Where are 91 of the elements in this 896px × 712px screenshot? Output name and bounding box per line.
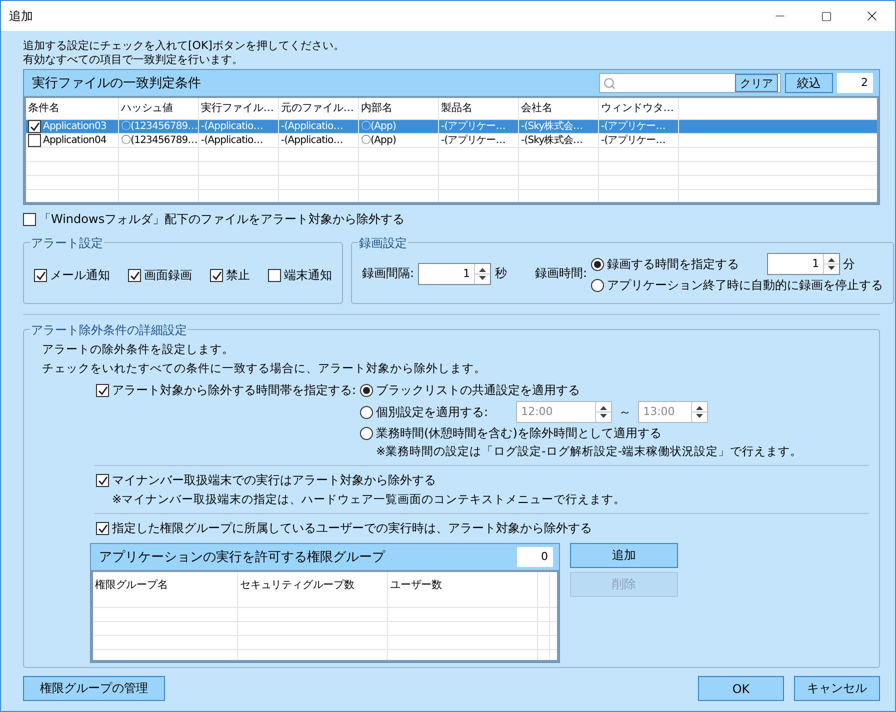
separator-text: ～: [619, 404, 632, 420]
checkbox-label: 禁止: [226, 267, 250, 284]
checkbox[interactable]: [34, 269, 47, 282]
note-text: ※業務時間の設定は「ログ設定-ログ解析設定-端末稼働状況設定」で行えます。: [376, 444, 802, 459]
window-title: 追加: [9, 8, 34, 24]
spin-field[interactable]: 1: [418, 262, 492, 284]
checkbox[interactable]: [128, 269, 141, 282]
radio-label: 録画する時間を指定する: [607, 256, 740, 272]
spin-arrows-icon[interactable]: [474, 264, 490, 284]
radio-label: アプリケーション終了時に自動的に録画を停止する: [607, 277, 884, 294]
count-field: 0: [517, 547, 553, 567]
unit-label: 秒: [495, 265, 508, 282]
column-header[interactable]: ユーザー数: [388, 572, 538, 607]
group-title: アラート設定: [30, 235, 104, 252]
clear-button[interactable]: クリア: [735, 74, 778, 92]
table-cell: 〇(App): [359, 120, 439, 133]
column-header[interactable]: ハッシュ値: [119, 98, 199, 119]
radio-button[interactable]: [360, 384, 374, 397]
table-cell: 〇(123456789…: [119, 120, 199, 133]
radio-label: ブラックリストの共通設定を適用する: [376, 382, 580, 399]
column-header[interactable]: 会社名: [519, 98, 599, 119]
panel-title: 実行ファイルの一致判定条件: [32, 75, 202, 92]
radio-label: 個別設定を適用する:: [376, 404, 488, 420]
add-button[interactable]: 追加: [570, 543, 678, 568]
column-header[interactable]: 権限グループ名: [93, 572, 238, 607]
spin-arrows-icon[interactable]: [691, 402, 708, 422]
table-cell: 〇(App): [359, 134, 439, 147]
checkbox[interactable]: [23, 213, 36, 226]
spin-arrows-icon[interactable]: [595, 402, 612, 422]
column-header[interactable]: 実行ファイル…: [199, 98, 279, 119]
table-cell: -(アプリケー…: [599, 120, 679, 133]
radio-button[interactable]: [360, 406, 374, 418]
table-cell: -(アプリケー…: [599, 134, 679, 147]
filter-button[interactable]: 絞込: [785, 73, 833, 93]
column-header[interactable]: 内部名: [359, 98, 439, 119]
row-checkbox[interactable]: [28, 120, 41, 133]
checkbox[interactable]: [210, 269, 223, 282]
checkbox-label: 「Windowsフォルダ」配下のファイルをアラート対象から除外する: [39, 211, 405, 228]
search-icon: [603, 76, 616, 90]
search-field[interactable]: クリア: [599, 73, 781, 93]
column-header[interactable]: セキュリティグループ数: [238, 572, 388, 607]
table-cell: -(Applicatio…: [199, 120, 279, 133]
table-cell: -(Applicatio…: [199, 134, 279, 147]
manage-groups-button[interactable]: 権限グループの管理: [23, 676, 165, 701]
description-text: チェックをいれたすべての条件に一致する場合に、アラート対象から除外します。: [42, 361, 487, 376]
table-cell: -(Sky株式会…: [519, 120, 599, 133]
group-title: アラート除外条件の詳細設定: [30, 322, 188, 339]
checkbox-label: 指定した権限グループに所属しているユーザーでの実行時は、アラート対象から除外する: [112, 520, 592, 537]
checkbox-label: メール通知: [50, 267, 110, 284]
checkbox-label: 画面録画: [144, 267, 192, 284]
count-field: 2: [837, 73, 873, 93]
field-label: 録画間隔:: [362, 265, 414, 282]
column-header[interactable]: 元のファイル…: [279, 98, 359, 119]
column-header[interactable]: 条件名: [26, 98, 119, 119]
instruction-text: 有効なすべての項目で一致判定を行います。: [23, 53, 244, 67]
radio-label: 業務時間(休憩時間を含む)を除外時間として適用する: [376, 425, 662, 442]
checkbox-label: マイナンバー取扱端末での実行はアラート対象から除外する: [112, 472, 436, 489]
checkbox[interactable]: [268, 269, 281, 282]
table-cell: 〇(123456789…: [119, 134, 199, 147]
unit-label: 分: [843, 256, 856, 272]
ok-button[interactable]: OK: [698, 676, 784, 701]
table-cell: -(Sky株式会…: [519, 134, 599, 147]
cancel-button[interactable]: キャンセル: [794, 676, 880, 701]
checkbox-label: 端末通知: [284, 267, 332, 284]
instruction-text: 追加する設定にチェックを入れて[OK]ボタンを押してください。: [23, 39, 346, 53]
table-cell: -(Applicatio…: [279, 134, 359, 147]
spin-field[interactable]: 1: [767, 253, 840, 275]
checkbox-label: アラート対象から除外する時間帯を指定する:: [112, 382, 356, 399]
table-cell: Application03: [43, 120, 106, 133]
table-cell: -(アプリケー…: [439, 134, 519, 147]
radio-button[interactable]: [360, 427, 374, 440]
description-text: アラートの除外条件を設定します。: [42, 342, 235, 357]
radio-button[interactable]: [591, 258, 604, 270]
checkbox[interactable]: [96, 384, 109, 397]
checkbox[interactable]: [96, 474, 109, 487]
table-cell: -(Applicatio…: [279, 120, 359, 133]
table-cell: -(アプリケー…: [439, 120, 519, 133]
column-header[interactable]: 製品名: [439, 98, 519, 119]
field-label: 録画時間:: [535, 265, 588, 282]
column-header[interactable]: ウィンドウタ…: [599, 98, 679, 119]
panel-title: アプリケーションの実行を許可する権限グループ: [99, 549, 386, 566]
note-text: ※マイナンバー取扱端末の指定は、ハードウェア一覧画面のコンテキストメニューで行えます。: [112, 492, 627, 507]
row-checkbox[interactable]: [28, 134, 41, 147]
table-cell: Application04: [43, 134, 106, 147]
maximize-icon[interactable]: [820, 10, 832, 22]
spin-arrows-icon[interactable]: [823, 254, 840, 274]
checkbox[interactable]: [96, 522, 109, 535]
spin-field[interactable]: 12:00: [516, 401, 612, 423]
spin-field[interactable]: 13:00: [638, 401, 708, 423]
group-title: 録画設定: [358, 235, 408, 252]
radio-button[interactable]: [591, 279, 604, 292]
